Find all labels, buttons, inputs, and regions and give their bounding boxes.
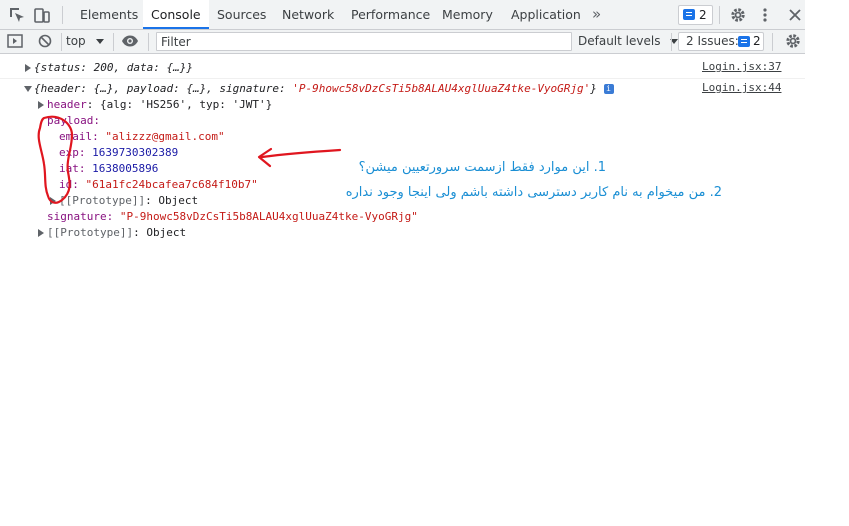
annotation-question-2: 2. من میخوام به نام کاربر دسترسی داشته ب… [345, 185, 722, 200]
annotation-marks [37, 115, 342, 204]
annotation-question-1: 1. این موارد فقط ازسمت سرورتعیین میشن؟ [358, 160, 606, 175]
red-circle-mark [37, 115, 74, 204]
red-arrow-mark [260, 148, 342, 159]
